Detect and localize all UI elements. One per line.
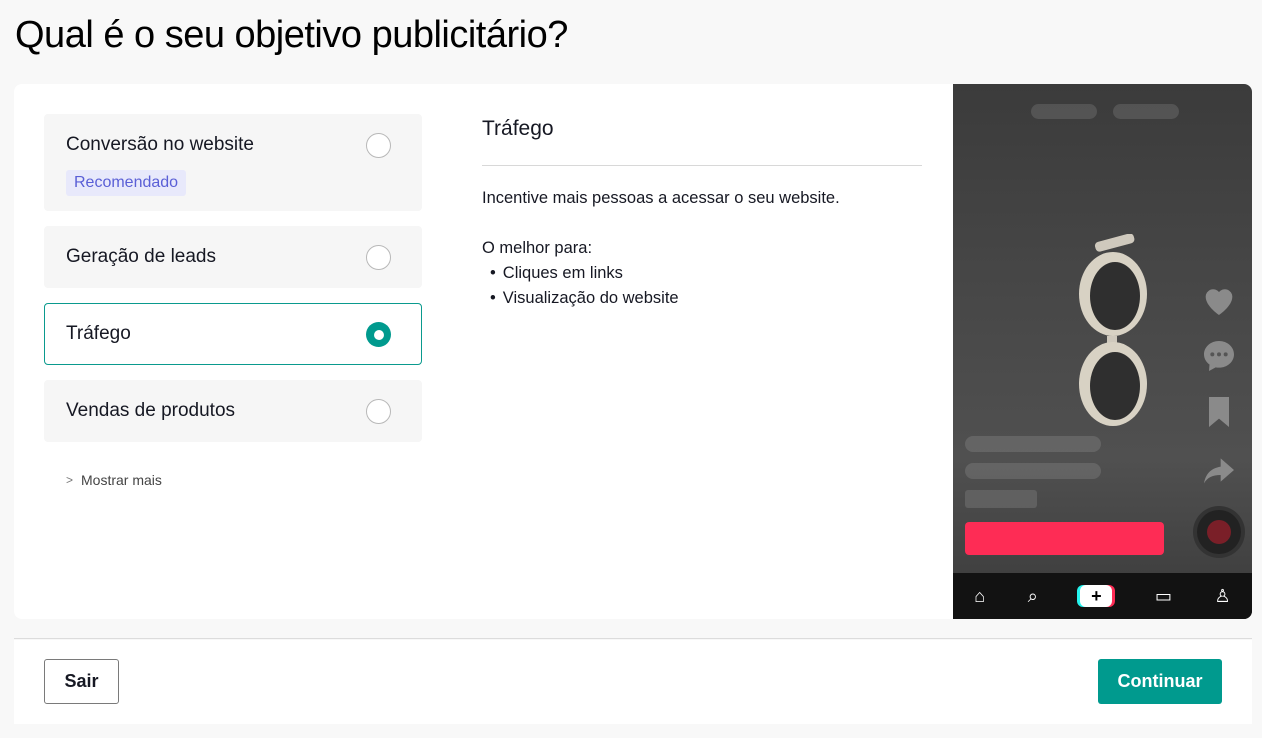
objective-label: Vendas de produtos [66, 400, 236, 421]
search-icon: ⌕ [1027, 585, 1038, 606]
home-icon: ⌂ [974, 585, 986, 606]
best-for-list: Cliques em links Visualização do website [490, 264, 679, 314]
phone-preview: ⌂ ⌕ + ▭ ♙ [953, 84, 1252, 619]
radio-button[interactable] [366, 245, 391, 270]
plus-icon: + [1080, 585, 1113, 607]
objective-label: Tráfego [66, 323, 131, 344]
detail-divider [482, 165, 922, 166]
objective-label: Geração de leads [66, 246, 216, 267]
show-more-link[interactable]: > Mostrar mais [66, 472, 162, 488]
objective-label: Conversão no website [66, 134, 254, 155]
best-for-item: Visualização do website [490, 289, 679, 314]
profile-icon: ♙ [1214, 585, 1231, 606]
best-for-label: O melhor para: [482, 239, 593, 257]
inbox-icon: ▭ [1154, 585, 1172, 606]
detail-title: Tráfego [482, 117, 554, 140]
radio-button[interactable] [366, 133, 391, 158]
preview-placeholder [1113, 104, 1179, 119]
show-more-label: Mostrar mais [81, 472, 162, 488]
page-title: Qual é o seu objetivo publicitário? [15, 14, 568, 56]
continue-button[interactable]: Continuar [1098, 659, 1222, 704]
preview-placeholder [1031, 104, 1097, 119]
objective-card: Conversão no website Recomendado Geração… [14, 84, 1252, 619]
detail-description: Incentive mais pessoas a acessar o seu w… [482, 189, 840, 207]
objective-option-product-sales[interactable]: Vendas de produtos [44, 380, 422, 442]
bookmark-icon [1209, 397, 1229, 427]
footer: Sair Continuar [14, 640, 1252, 724]
objective-detail: Tráfego Incentive mais pessoas a acessar… [452, 84, 953, 619]
recommended-badge: Recomendado [66, 170, 187, 196]
radio-button[interactable] [366, 399, 391, 424]
preview-placeholder [965, 436, 1101, 452]
preview-placeholder [965, 463, 1101, 479]
music-disc-icon [1197, 510, 1241, 554]
sunglasses-image [1079, 234, 1147, 426]
objective-list: Conversão no website Recomendado Geração… [14, 84, 452, 619]
chevron-right-icon: > [66, 473, 74, 487]
objective-option-website-conversion[interactable]: Conversão no website Recomendado [44, 114, 422, 211]
footer-divider [14, 638, 1252, 639]
preview-cta-button [965, 522, 1164, 555]
radio-button-checked[interactable] [366, 322, 391, 347]
preview-placeholder [965, 490, 1037, 508]
objective-option-traffic[interactable]: Tráfego [44, 303, 422, 365]
preview-nav-bar: ⌂ ⌕ + ▭ ♙ [953, 573, 1252, 619]
objective-option-lead-generation[interactable]: Geração de leads [44, 226, 422, 288]
exit-button[interactable]: Sair [44, 659, 119, 704]
share-icon [1204, 458, 1234, 484]
best-for-item: Cliques em links [490, 264, 679, 289]
comment-icon [1204, 341, 1234, 371]
heart-icon [1205, 289, 1233, 315]
